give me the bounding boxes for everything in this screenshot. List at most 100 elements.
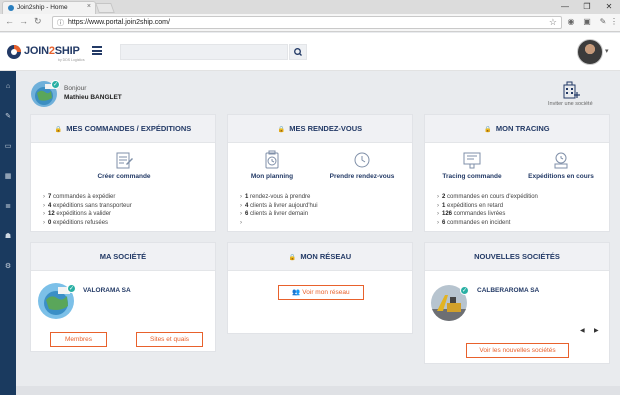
sidebar-calendar-icon[interactable]: ▦ xyxy=(3,172,13,182)
greeting-text: Bonjour xyxy=(64,85,87,92)
my-company-card-header: MA SOCIÉTÉ xyxy=(31,243,215,271)
view-network-button[interactable]: 👥 Voir mon réseau xyxy=(278,285,364,300)
page-footer xyxy=(16,386,620,395)
reload-icon[interactable]: ↻ xyxy=(34,16,42,27)
clock-icon xyxy=(354,152,370,168)
extension-icon[interactable]: ◉ xyxy=(566,17,576,27)
create-order-action[interactable]: Créer commande xyxy=(89,150,159,180)
lock-icon: 🔒 xyxy=(288,255,297,261)
order-tracing-label: Tracing commande xyxy=(442,173,502,180)
verified-check-icon: ✓ xyxy=(51,80,60,89)
list-item[interactable]: › 7 commandes à expédier xyxy=(43,193,132,202)
invite-company-icon[interactable] xyxy=(562,80,580,100)
list-item[interactable]: › 126 commandes livrées xyxy=(437,210,538,219)
verified-check-icon: ✓ xyxy=(67,284,76,293)
orders-card: 🔒 MES COMMANDES / EXPÉDITIONS Créer comma… xyxy=(30,114,216,232)
sidebar-users-icon[interactable]: ☗ xyxy=(3,232,13,242)
minimize-button[interactable]: — xyxy=(554,0,576,14)
sidebar-settings-icon[interactable]: ⚙ xyxy=(3,262,13,272)
logo-icon xyxy=(7,45,21,59)
list-item[interactable]: › 0 expéditions refusées xyxy=(43,219,132,228)
tab-title: Join2ship - Home xyxy=(17,4,68,11)
info-icon[interactable]: ⓘ xyxy=(57,18,64,28)
create-order-label: Créer commande xyxy=(97,173,151,180)
shipments-in-progress-label: Expéditions en cours xyxy=(528,173,594,180)
app-header: JOIN2SHIP by DDS Logistics ▾ xyxy=(0,33,620,71)
book-appointment-label: Prendre rendez-vous xyxy=(329,173,395,180)
list-item[interactable]: › xyxy=(240,219,318,228)
my-network-card: 🔒 MON RÉSEAU 👥 Voir mon réseau xyxy=(227,242,413,334)
my-planning-label: Mon planning xyxy=(250,173,294,180)
previous-arrow-icon[interactable]: ◀ xyxy=(580,327,585,334)
bookmark-star-icon[interactable]: ☆ xyxy=(549,17,557,28)
create-order-icon xyxy=(116,152,133,169)
browser-tab-bar: Join2ship - Home × — ❐ ✕ xyxy=(0,0,620,14)
list-item[interactable]: › 2 commandes en cours d'expédition xyxy=(437,193,538,202)
list-item[interactable]: › 12 expéditions à valider xyxy=(43,210,132,219)
new-tab-button[interactable] xyxy=(95,3,115,13)
shipment-icon xyxy=(554,152,568,169)
back-icon[interactable]: ← xyxy=(5,16,14,26)
lock-icon: 🔒 xyxy=(277,127,286,133)
users-icon: 👥 xyxy=(292,289,303,296)
favicon-icon xyxy=(8,5,14,11)
list-item[interactable]: › 6 commandes en incident xyxy=(437,219,538,228)
menu-toggle-icon[interactable] xyxy=(92,46,102,55)
tracing-card: 🔒 MON TRACING Tracing commande Expédition… xyxy=(424,114,610,232)
new-companies-card-header: NOUVELLES SOCIÉTÉS xyxy=(425,243,609,271)
tracing-icon xyxy=(463,152,481,169)
orders-card-header: 🔒 MES COMMANDES / EXPÉDITIONS xyxy=(31,115,215,143)
search-button[interactable] xyxy=(289,44,307,60)
my-company-card: MA SOCIÉTÉ ✓ VALORAMA SA Membres Sites e… xyxy=(30,242,216,352)
list-item[interactable]: › 1 rendez-vous à prendre xyxy=(240,193,318,202)
list-item[interactable]: › 4 clients à livrer aujourd'hui xyxy=(240,202,318,211)
user-name: Mathieu BANGLET xyxy=(64,94,122,101)
planning-icon xyxy=(265,150,279,169)
sidebar-home-icon[interactable]: ⌂ xyxy=(3,82,13,92)
appointments-card-header: 🔒 MES RENDEZ-VOUS xyxy=(228,115,412,143)
search-icon xyxy=(294,48,302,56)
my-planning-action[interactable]: Mon planning xyxy=(240,150,304,180)
order-tracing-action[interactable]: Tracing commande xyxy=(437,150,507,180)
chevron-down-icon[interactable]: ▾ xyxy=(605,47,609,55)
browser-address-bar: ← → ↻ ⓘ https://www.portal.join2ship.com… xyxy=(0,14,620,32)
tracing-card-header: 🔒 MON TRACING xyxy=(425,115,609,143)
search-input[interactable] xyxy=(120,44,288,60)
browser-tab[interactable]: Join2ship - Home × xyxy=(2,1,96,14)
lock-icon: 🔒 xyxy=(484,127,492,133)
verified-check-icon: ✓ xyxy=(460,286,469,295)
sites-and-docks-button[interactable]: Sites et quais xyxy=(136,332,203,347)
appointments-stats-list: › 1 rendez-vous à prendre › 4 clients à li… xyxy=(240,193,318,227)
tab-close-icon[interactable]: × xyxy=(87,3,91,10)
next-arrow-icon[interactable]: ▶ xyxy=(594,327,599,334)
sidebar: ⌂ ✎ ▭ ▦ ≣ ☗ ⚙ xyxy=(0,71,16,395)
view-new-companies-button[interactable]: Voir les nouvelles sociétés xyxy=(466,343,569,358)
list-item[interactable]: › 1 expéditions en retard xyxy=(437,202,538,211)
url-text: https://www.portal.join2ship.com/ xyxy=(68,19,170,26)
browser-menu-icon[interactable]: ⋮ xyxy=(609,17,619,27)
appointments-card: 🔒 MES RENDEZ-VOUS Mon planning Prendre re… xyxy=(227,114,413,232)
forward-icon[interactable]: → xyxy=(19,16,28,26)
user-avatar[interactable] xyxy=(577,39,603,65)
extension-icon[interactable]: ✎ xyxy=(598,17,608,27)
my-network-card-header: 🔒 MON RÉSEAU xyxy=(228,243,412,271)
invite-company-link[interactable]: Inviter une société xyxy=(548,101,593,107)
new-company-name: CALBERAROMA SA xyxy=(477,287,540,294)
members-button[interactable]: Membres xyxy=(50,332,107,347)
sidebar-inbox-icon[interactable]: ▭ xyxy=(3,142,13,152)
sidebar-tag-icon[interactable]: ✎ xyxy=(3,112,13,122)
shipments-in-progress-action[interactable]: Expéditions en cours xyxy=(521,150,601,180)
list-item[interactable]: › 4 expéditions sans transporteur xyxy=(43,202,132,211)
maximize-button[interactable]: ❐ xyxy=(576,0,598,14)
book-appointment-action[interactable]: Prendre rendez-vous xyxy=(322,150,402,180)
list-item[interactable]: › 6 clients à livrer demain xyxy=(240,210,318,219)
lock-icon: 🔒 xyxy=(54,127,63,133)
orders-stats-list: › 7 commandes à expédier › 4 expéditions s… xyxy=(43,193,132,227)
sidebar-list-icon[interactable]: ≣ xyxy=(3,202,13,212)
new-companies-card: NOUVELLES SOCIÉTÉS ✓ CALBERAROMA SA ◀ ▶ … xyxy=(424,242,610,364)
url-input[interactable]: ⓘ https://www.portal.join2ship.com/ ☆ xyxy=(52,16,562,29)
extension-icon[interactable]: ▣ xyxy=(582,17,592,27)
company-name: VALORAMA SA xyxy=(83,287,131,294)
close-window-button[interactable]: ✕ xyxy=(598,0,620,14)
logo-text: JOIN2SHIP xyxy=(24,45,80,57)
